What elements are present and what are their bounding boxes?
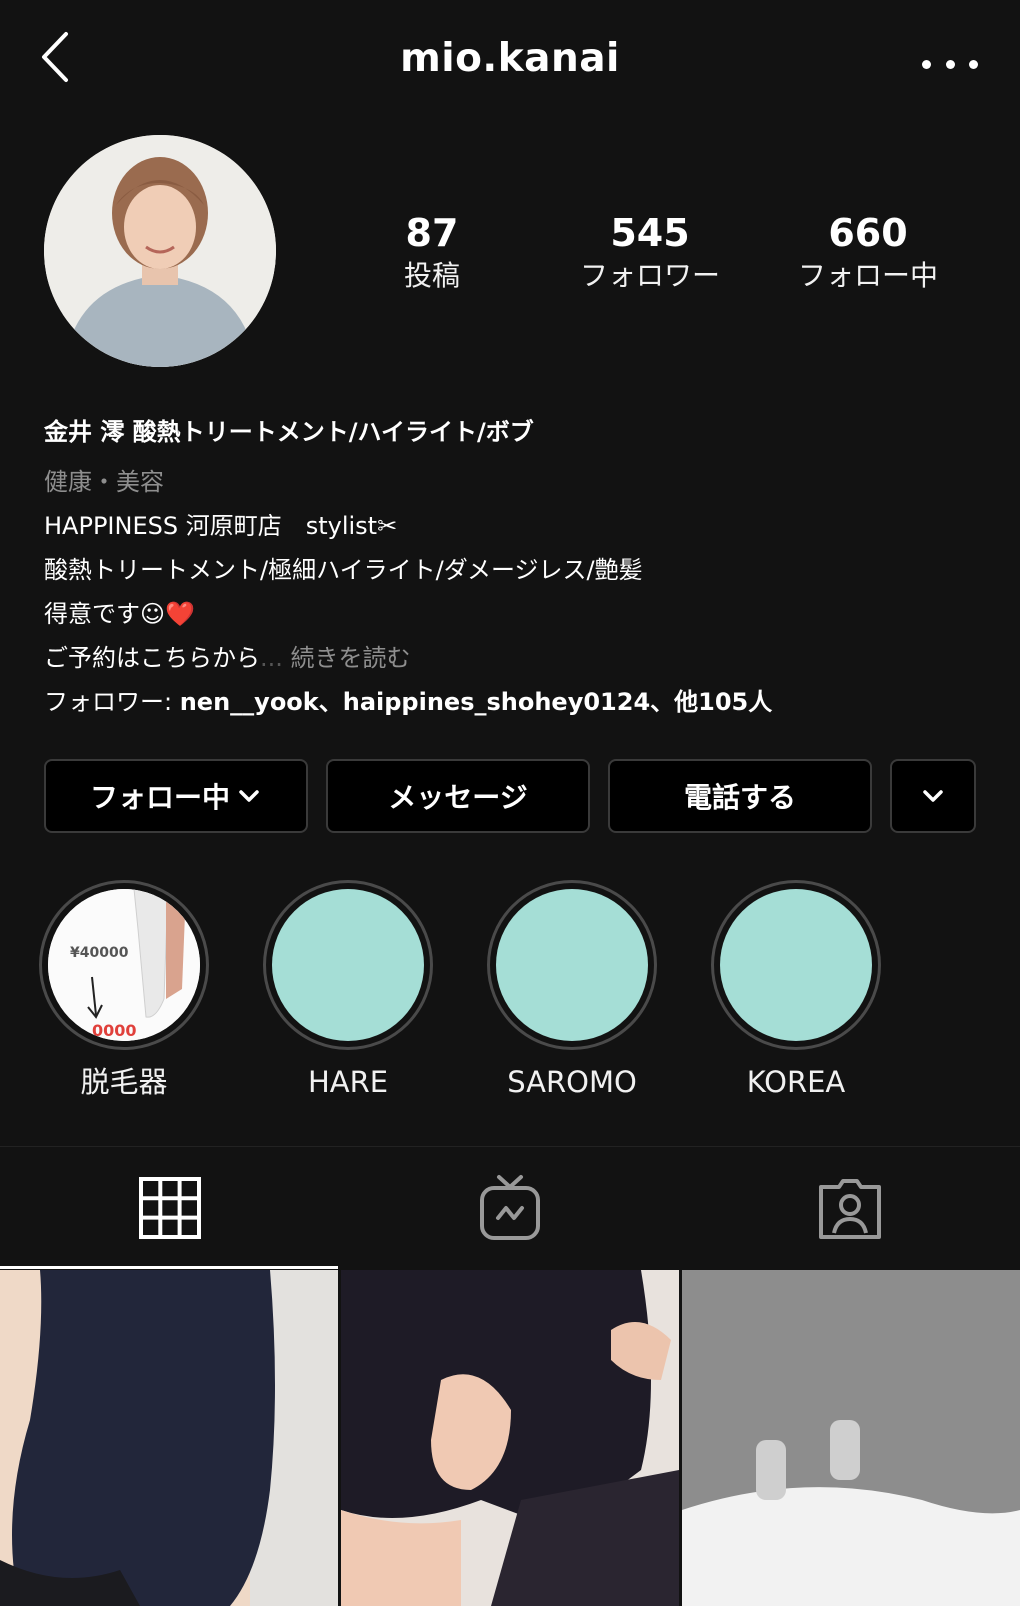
highlight-cover xyxy=(496,889,648,1041)
highlight-label: KOREA xyxy=(746,1065,846,1099)
highlight-ring: ¥40000 0000 xyxy=(39,880,209,1050)
bio-line-1: HAPPINESS 河原町店 stylist✂︎ xyxy=(44,512,398,540)
heart-emoji-icon: ❤️ xyxy=(165,600,195,628)
tab-tagged[interactable] xyxy=(680,1147,1020,1269)
chevron-down-icon xyxy=(923,790,943,802)
bio-line-2: 酸熱トリートメント/極細ハイライト/ダメージレス/艶髪 xyxy=(44,556,643,584)
highlight-item[interactable]: HARE xyxy=(258,880,438,1102)
followed-by-prefix: フォロワー: xyxy=(44,688,180,716)
profile-avatar[interactable] xyxy=(44,135,276,367)
igtv-icon xyxy=(480,1175,540,1240)
profile-tab-bar xyxy=(0,1146,1020,1269)
profile-username: mio.kanai xyxy=(400,36,620,81)
bio-ellipsis: ... xyxy=(260,644,283,672)
tagged-icon xyxy=(819,1179,881,1239)
category-label: 健康・美容 xyxy=(44,468,164,496)
read-more-link[interactable]: 続きを読む xyxy=(283,644,411,672)
following-value: 660 xyxy=(828,211,908,255)
display-name: 金井 澪 酸熱トリートメント/ハイライト/ボブ xyxy=(44,418,534,446)
tab-igtv[interactable] xyxy=(340,1147,680,1269)
following-count[interactable]: 660 フォロー中 xyxy=(768,210,968,296)
posts-count[interactable]: 87 投稿 xyxy=(332,210,532,296)
followers-value: 545 xyxy=(610,211,690,255)
highlight-cover-price-2: 0000 xyxy=(92,1021,137,1040)
highlight-item[interactable]: KOREA xyxy=(706,880,886,1102)
bio-line-4: ご予約はこちらから... 続きを読む xyxy=(44,641,411,675)
chevron-down-icon xyxy=(239,790,259,802)
bio-line-4-text: ご予約はこちらから xyxy=(44,644,260,672)
highlight-item[interactable]: ¥40000 0000 脱毛器 xyxy=(34,880,214,1102)
avatar-photo xyxy=(44,135,276,367)
highlight-label: 脱毛器 xyxy=(80,1065,168,1099)
active-tab-indicator xyxy=(0,1266,338,1269)
message-button-label: メッセージ xyxy=(388,781,528,814)
call-button-label: 電話する xyxy=(683,781,796,814)
bio-line-3-text: 得意です☺︎ xyxy=(44,600,166,628)
followers-label: フォロワー xyxy=(579,259,720,292)
highlight-cover xyxy=(720,889,872,1041)
following-button-label: フォロー中 xyxy=(89,781,230,814)
highlight-cover: ¥40000 0000 xyxy=(48,889,200,1041)
highlight-item[interactable]: SAROMO xyxy=(482,880,662,1102)
hair-tool-image xyxy=(48,889,200,1041)
more-options-button[interactable] xyxy=(922,44,978,84)
followers-count[interactable]: 545 フォロワー xyxy=(550,210,750,296)
more-dot xyxy=(969,59,978,69)
followed-by[interactable]: フォロワー: nen__yook、haippines_shohey0124、他1… xyxy=(44,685,772,719)
post-thumbnail[interactable] xyxy=(682,1270,1020,1606)
highlight-label: HARE xyxy=(307,1065,389,1099)
following-label: フォロー中 xyxy=(797,259,938,292)
highlight-ring xyxy=(487,880,657,1050)
post-thumbnail[interactable] xyxy=(341,1270,679,1606)
call-button[interactable]: 電話する xyxy=(608,759,872,833)
bio-line-3: 得意です☺︎❤️ xyxy=(44,597,195,631)
post-image xyxy=(0,1270,338,1606)
post-image xyxy=(682,1270,1020,1606)
highlight-label: SAROMO xyxy=(507,1065,637,1099)
grid-icon xyxy=(139,1177,201,1239)
posts-value: 87 xyxy=(405,211,459,255)
post-image xyxy=(341,1270,679,1606)
highlight-ring xyxy=(711,880,881,1050)
posts-label: 投稿 xyxy=(403,259,460,292)
more-horizontal-icon xyxy=(922,59,931,69)
tab-posts-grid[interactable] xyxy=(0,1147,340,1269)
more-dot xyxy=(945,59,955,69)
message-button[interactable]: メッセージ xyxy=(326,759,590,833)
following-button[interactable]: フォロー中 xyxy=(44,759,308,833)
followed-by-names: nen__yook、haippines_shohey0124、他105人 xyxy=(179,688,773,716)
highlight-cover-price: ¥40000 xyxy=(70,945,129,961)
suggestions-dropdown-button[interactable] xyxy=(890,759,976,833)
post-thumbnail[interactable] xyxy=(0,1270,338,1606)
highlight-ring xyxy=(263,880,433,1050)
highlight-cover xyxy=(272,889,424,1041)
